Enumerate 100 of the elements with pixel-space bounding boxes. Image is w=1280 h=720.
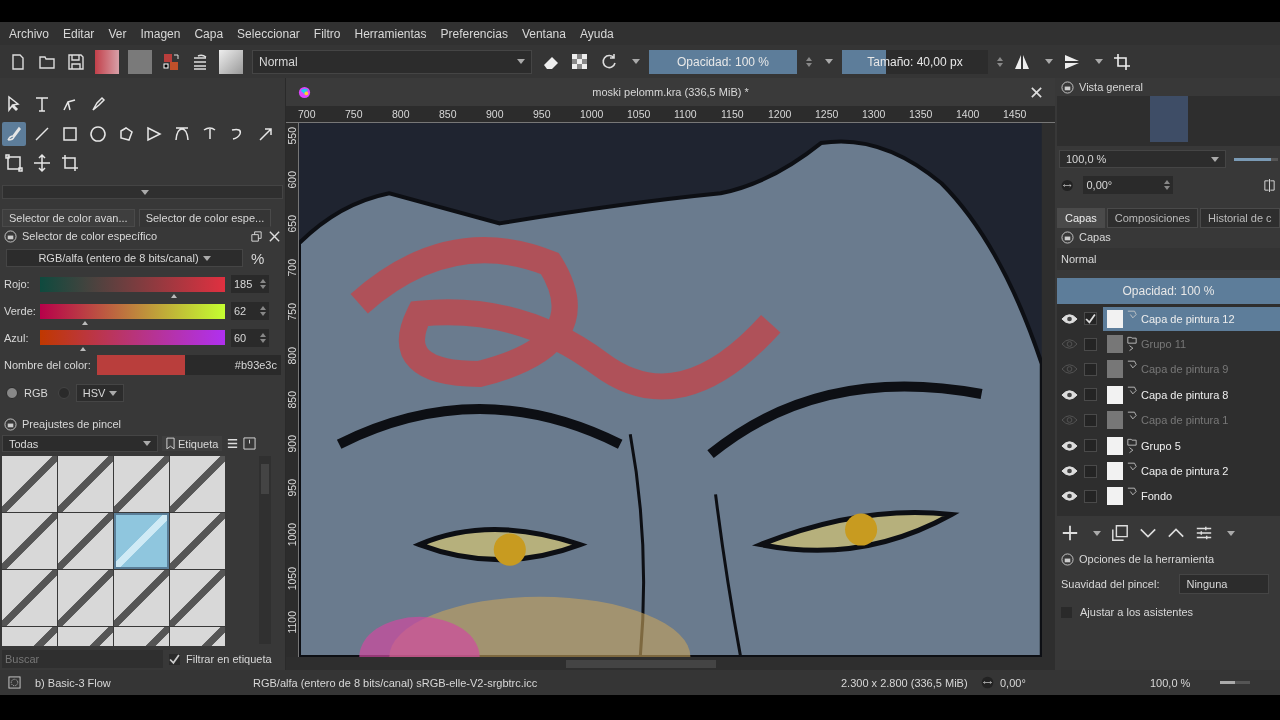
layer-checkbox[interactable] <box>1084 388 1097 402</box>
docker-tab[interactable]: Historial de c <box>1200 208 1280 228</box>
layer-item[interactable]: Capa de pintura 12 <box>1103 306 1280 331</box>
brush-preset-tile[interactable] <box>58 456 113 512</box>
color-swatches-icon[interactable] <box>161 51 181 72</box>
checkbox-label[interactable]: Filtrar en etiqueta <box>186 653 272 665</box>
lock-icon[interactable] <box>1061 230 1074 244</box>
import-icon[interactable] <box>243 437 257 450</box>
zoom-dropdown[interactable]: 100,0 % <box>1059 150 1227 168</box>
lock-icon[interactable] <box>4 229 17 243</box>
close-icon[interactable] <box>268 229 281 243</box>
menu-item[interactable]: Imagen <box>140 26 181 41</box>
dropdown-arrow-icon[interactable] <box>632 59 640 64</box>
layer-item[interactable]: Capa de pintura 2 <box>1103 459 1280 484</box>
visibility-eye-icon[interactable] <box>1061 465 1078 478</box>
brush-outline-icon[interactable] <box>8 676 21 689</box>
rotation-field[interactable]: 0,00° <box>1083 176 1173 194</box>
docker-tab[interactable]: Capas <box>1057 208 1105 228</box>
layer-item[interactable]: Grupo 5 <box>1103 433 1280 458</box>
duplicate-icon[interactable] <box>1111 524 1129 542</box>
visibility-eye-icon[interactable] <box>1061 388 1078 401</box>
channel-value-field[interactable]: 62 <box>231 302 269 321</box>
radio-label[interactable]: RGB <box>24 387 48 400</box>
menu-icon[interactable] <box>226 437 240 450</box>
lock-icon[interactable] <box>4 417 17 431</box>
opacity-slider[interactable]: Opacidad: 100 % <box>649 49 797 74</box>
properties-icon[interactable] <box>1195 524 1213 542</box>
channel-value-field[interactable]: 60 <box>231 328 269 347</box>
pattern-swatch[interactable] <box>128 49 152 74</box>
gradient-swatch[interactable] <box>95 49 119 74</box>
blend-mode-dropdown[interactable]: Normal <box>1057 248 1280 270</box>
tag-filter-dropdown[interactable]: Todas <box>2 435 158 452</box>
menu-item[interactable]: Seleccionar <box>237 26 300 41</box>
brush-icon[interactable] <box>2 121 26 146</box>
brush-preset-tile[interactable] <box>114 570 169 626</box>
brush-preset-tile[interactable] <box>114 456 169 512</box>
spin-arrows-icon[interactable] <box>806 56 812 67</box>
menu-item[interactable]: Preferencias <box>440 26 508 41</box>
docker-tab[interactable]: Selector de color avan... <box>2 209 135 228</box>
brush-preset-tile[interactable] <box>170 570 225 626</box>
search-field[interactable]: Buscar <box>2 650 163 668</box>
brush-preset-tile[interactable] <box>2 456 57 512</box>
brush-preset-tile[interactable] <box>2 513 57 569</box>
blend-mode-dropdown[interactable]: Normal <box>252 49 532 74</box>
brush-preset-tile[interactable] <box>114 513 169 569</box>
menu-item[interactable]: Herramientas <box>354 26 427 41</box>
dropdown-arrow-icon[interactable] <box>1211 156 1220 162</box>
docker-tab[interactable]: Selector de color espe... <box>138 209 272 228</box>
close-icon[interactable] <box>1030 85 1043 99</box>
checkerboard-icon[interactable] <box>570 51 590 72</box>
menu-item[interactable]: Ver <box>108 26 127 41</box>
dropdown-arrow-icon[interactable] <box>1045 59 1053 64</box>
layer-opacity-slider[interactable]: Opacidad: 100 % <box>1057 278 1280 304</box>
dropdown-arrow-icon[interactable] <box>109 390 118 396</box>
float-icon[interactable] <box>250 229 263 243</box>
layer-checkbox[interactable] <box>1084 464 1097 478</box>
menu-item[interactable]: Capa <box>194 26 224 41</box>
dropdown-arrow-icon[interactable] <box>825 59 833 64</box>
mirror-icon[interactable] <box>1263 178 1276 192</box>
spin-arrows-icon[interactable] <box>1164 180 1170 190</box>
dropdown-arrow-icon[interactable] <box>143 441 151 446</box>
menu-item[interactable]: Filtro <box>313 26 341 41</box>
layer-checkbox[interactable] <box>1084 362 1097 376</box>
brush-preset-thumbnail[interactable] <box>219 49 243 74</box>
radio-button[interactable] <box>57 387 70 400</box>
add-icon[interactable] <box>1061 524 1079 542</box>
checkbox-label[interactable]: Ajustar a los asistentes <box>1080 606 1194 618</box>
lock-icon[interactable] <box>1061 552 1074 566</box>
spin-arrows-icon[interactable] <box>260 332 266 343</box>
brush-preset-tile[interactable] <box>2 570 57 626</box>
channel-value-field[interactable]: 185 <box>231 275 269 294</box>
brush-preset-tile[interactable] <box>58 513 113 569</box>
layer-checkbox[interactable] <box>1084 337 1097 351</box>
canvas-thumbnail[interactable] <box>1149 96 1188 142</box>
smoothing-dropdown[interactable]: Ninguna <box>1179 574 1270 594</box>
layer-checkbox[interactable] <box>1084 312 1097 326</box>
radio-button[interactable] <box>6 387 18 400</box>
layer-item[interactable]: Fondo <box>1103 484 1280 509</box>
checkbox[interactable] <box>169 653 180 665</box>
brush-preset-tile[interactable] <box>58 570 113 626</box>
menu-item[interactable]: Ayuda <box>579 26 614 41</box>
menu-item[interactable]: Editar <box>63 26 95 41</box>
dropdown-arrow-icon[interactable] <box>1093 530 1101 536</box>
spin-arrows-icon[interactable] <box>260 279 266 290</box>
dropdown-arrow-icon[interactable] <box>202 255 211 261</box>
menu-item[interactable]: Archivo <box>9 26 49 41</box>
dropdown-arrow-icon[interactable] <box>1095 59 1103 64</box>
lock-icon[interactable] <box>1061 80 1074 94</box>
brush-preset-tile[interactable] <box>170 513 225 569</box>
tag-button[interactable]: Etiqueta <box>162 436 223 451</box>
docker-tab[interactable]: Composiciones <box>1106 208 1198 228</box>
spin-arrows-icon[interactable] <box>260 306 266 317</box>
save-icon[interactable] <box>66 51 86 72</box>
layer-checkbox[interactable] <box>1084 439 1097 453</box>
dropdown-arrow-icon[interactable] <box>517 59 525 64</box>
wrap-around-icon[interactable] <box>1112 51 1132 72</box>
zoom-slider[interactable] <box>1220 681 1250 684</box>
layer-checkbox[interactable] <box>1084 489 1097 503</box>
spin-arrows-icon[interactable] <box>997 56 1003 67</box>
color-name-field[interactable]: #b93e3c <box>96 355 281 376</box>
